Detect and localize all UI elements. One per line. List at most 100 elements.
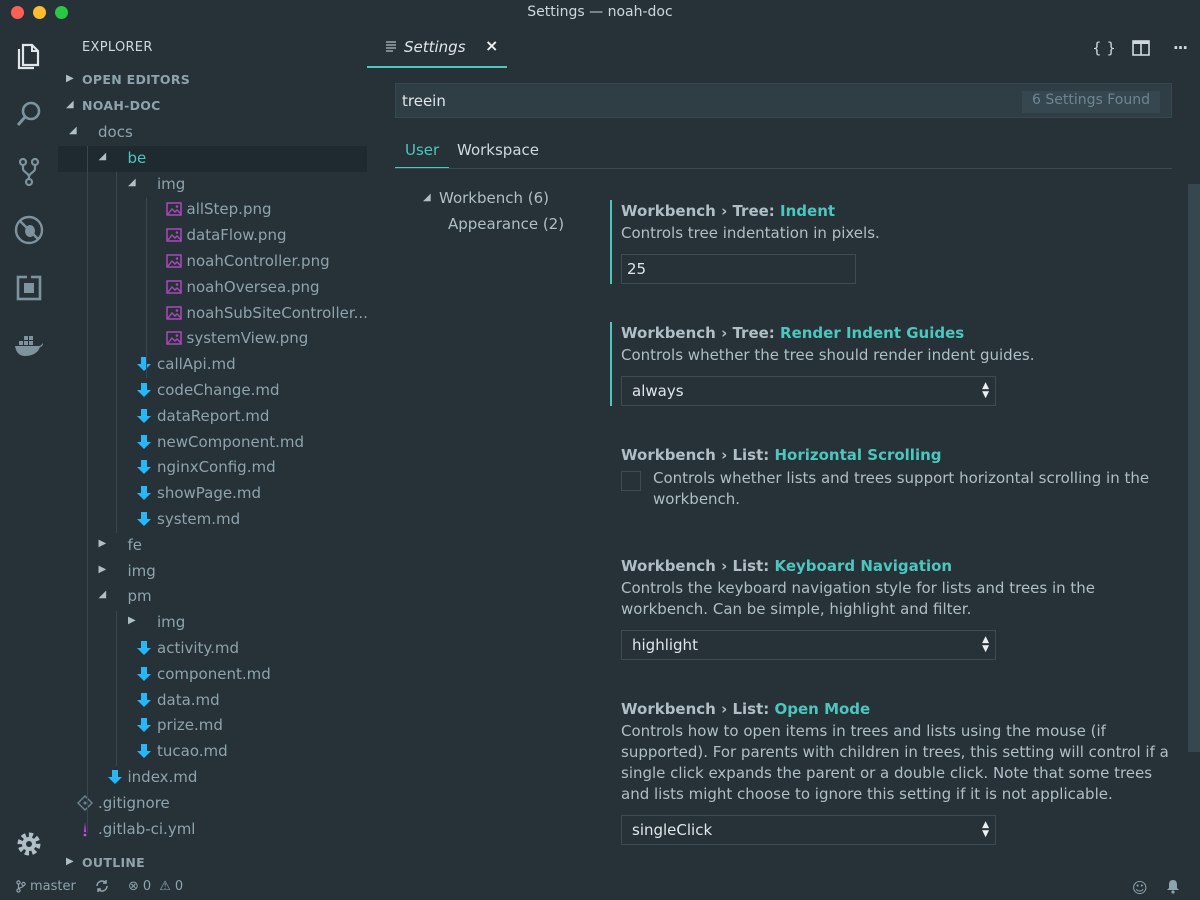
tree-file[interactable]: system.md: [58, 507, 367, 533]
tree-file[interactable]: newComponent.md: [58, 430, 367, 456]
tree-file[interactable]: data.md: [58, 688, 367, 714]
settings-search: 6 Settings Found: [395, 83, 1172, 118]
yaml-file-icon: [83, 821, 87, 836]
branch-indicator[interactable]: master: [16, 879, 76, 894]
extensions-icon[interactable]: [13, 272, 45, 304]
outline-section[interactable]: ▶ OUTLINE: [58, 853, 367, 874]
select-arrows-icon: ▲ ▼: [982, 635, 989, 654]
tree-file[interactable]: component.md: [58, 662, 367, 688]
bell-icon[interactable]: [1166, 879, 1180, 894]
tree-file[interactable]: noahController.png: [58, 249, 367, 275]
tree-item-label: pm: [127, 587, 152, 606]
setting-title: Workbench › List: Keyboard Navigation: [621, 557, 953, 575]
open-editors-section[interactable]: ▶ OPEN EDITORS: [58, 70, 367, 92]
smiley-icon[interactable]: ☺: [1132, 879, 1148, 897]
tree-file[interactable]: callApi.md: [58, 352, 367, 378]
tree-item-label: data.md: [157, 690, 220, 709]
markdown-file-icon: [137, 460, 151, 475]
tree-item-label: img: [157, 174, 186, 193]
horizontal-scrolling-checkbox[interactable]: [621, 471, 641, 491]
tree-file[interactable]: allStep.png: [58, 197, 367, 223]
tab-label: Settings: [404, 38, 466, 56]
open-settings-json-button[interactable]: { }: [1092, 36, 1116, 60]
sync-icon[interactable]: [95, 879, 109, 893]
tree-indent-input[interactable]: [621, 254, 856, 284]
tree-item-label: noahOversea.png: [186, 277, 320, 296]
debug-icon[interactable]: [13, 214, 45, 246]
tree-file[interactable]: .gitignore: [58, 791, 367, 817]
tree-file[interactable]: dataReport.md: [58, 404, 367, 430]
more-actions-button[interactable]: ···: [1168, 36, 1192, 60]
search-input[interactable]: [396, 84, 996, 117]
tree-item-label: img: [157, 613, 186, 632]
tree-file[interactable]: dataFlow.png: [58, 223, 367, 249]
tree-file[interactable]: index.md: [58, 765, 367, 791]
tree-file[interactable]: nginxConfig.md: [58, 455, 367, 481]
toc-item-workbench[interactable]: ◢ Workbench (6): [420, 188, 600, 214]
keyboard-navigation-select[interactable]: highlight ▲ ▼: [621, 630, 996, 660]
tree-folder[interactable]: ▶ fe: [58, 533, 367, 559]
setting-keyboard-navigation: Workbench › List: Keyboard Navigation Co…: [610, 555, 1170, 660]
tree-file[interactable]: prize.md: [58, 713, 367, 739]
tab-workspace[interactable]: Workspace: [457, 141, 539, 167]
activity-bar: [0, 26, 58, 874]
image-file-icon: [165, 228, 182, 242]
problems-indicator[interactable]: ⊗ 0 ⚠ 0: [128, 879, 183, 894]
tree-item-label: callApi.md: [157, 355, 236, 374]
select-arrows-icon: ▲ ▼: [982, 381, 989, 400]
split-editor-button[interactable]: [1129, 36, 1153, 60]
tree-item-label: .gitignore: [98, 793, 170, 812]
render-indent-guides-select[interactable]: always ▲ ▼: [621, 376, 996, 406]
tree-item-label: dataReport.md: [157, 406, 270, 425]
image-file-icon: [165, 331, 182, 346]
indent-guide: [116, 172, 117, 533]
tree-item-label: dataFlow.png: [186, 226, 287, 245]
markdown-file-icon: [137, 511, 151, 526]
tree-file[interactable]: showPage.md: [58, 481, 367, 507]
tab-user[interactable]: User: [395, 141, 450, 168]
settings-scrollbar[interactable]: [1188, 184, 1200, 752]
chevron-right-icon: ▶: [128, 615, 136, 627]
tree-file[interactable]: systemView.png: [58, 326, 367, 352]
tree-folder[interactable]: ◢ be: [58, 145, 367, 172]
tree-file[interactable]: noahOversea.png: [58, 275, 367, 301]
tree-folder[interactable]: ▶ img: [58, 610, 367, 636]
markdown-file-icon: [137, 357, 151, 372]
close-icon[interactable]: ×: [485, 36, 498, 55]
open-mode-select[interactable]: singleClick ▲ ▼: [621, 815, 996, 845]
tree-file[interactable]: noahSubSiteController....: [58, 301, 367, 327]
tree-file[interactable]: tucao.md: [58, 739, 367, 765]
tree-file[interactable]: activity.md: [58, 636, 367, 662]
docker-icon[interactable]: [13, 330, 45, 362]
tree-folder[interactable]: ▶ img: [58, 559, 367, 585]
markdown-file-icon: [137, 382, 151, 397]
project-section[interactable]: ◢ NOAH-DOC: [58, 96, 367, 118]
setting-tree-indent: Workbench › Tree: Indent Controls tree i…: [610, 200, 1170, 284]
markdown-file-icon: [137, 744, 151, 759]
setting-render-indent-guides: Workbench › Tree: Render Indent Guides C…: [610, 322, 1170, 406]
image-file-icon: [165, 305, 182, 320]
tab-settings[interactable]: Settings ×: [367, 26, 507, 68]
editor-tab-bar: Settings × { } ···: [367, 26, 1200, 68]
indent-guide: [87, 146, 88, 833]
tree-item-label: fe: [127, 535, 143, 554]
chevron-down-icon: ◢: [66, 99, 74, 110]
chevron-down-icon: ◢: [423, 192, 431, 203]
tree-file[interactable]: codeChange.md: [58, 378, 367, 404]
tree-file[interactable]: .gitlab-ci.yml: [58, 817, 367, 843]
toc-item-appearance[interactable]: Appearance (2): [420, 214, 600, 240]
image-file-icon: [165, 280, 182, 294]
tree-folder[interactable]: ◢ docs: [58, 120, 367, 146]
chevron-down-icon: ◢: [98, 150, 107, 162]
status-bar: master ⊗ 0 ⚠ 0 ☺: [0, 874, 1200, 900]
git-branch-icon: [16, 880, 26, 893]
search-icon[interactable]: [13, 98, 45, 130]
source-control-icon[interactable]: [13, 156, 45, 188]
tree-folder[interactable]: ◢ img: [58, 172, 367, 198]
files-icon[interactable]: [13, 40, 45, 72]
tree-item-label: .gitlab-ci.yml: [98, 819, 196, 838]
gear-icon[interactable]: [13, 828, 45, 860]
setting-title: Workbench › List: Horizontal Scrolling: [621, 446, 942, 464]
tree-folder[interactable]: ◢ pm: [58, 584, 367, 610]
markdown-file-icon: [137, 408, 151, 423]
